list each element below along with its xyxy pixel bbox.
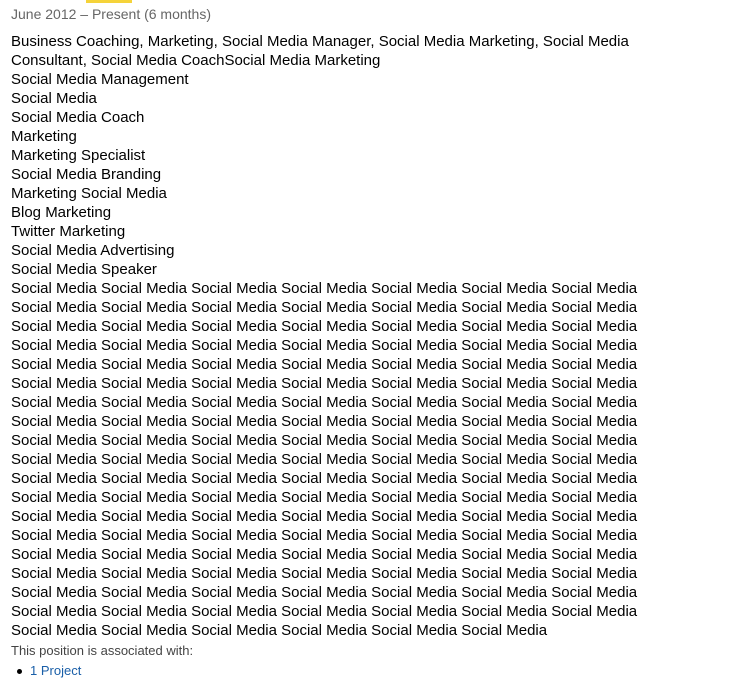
description-line: Social Media Social Media Social Media S…: [11, 584, 638, 601]
description-line: Social Media Social Media Social Media S…: [11, 527, 638, 544]
bullet-icon: [17, 669, 22, 674]
description-line: Social Media Management: [11, 71, 189, 88]
list-item: 1 Project: [11, 662, 731, 680]
description-line: Social Media Social Media Social Media S…: [11, 451, 638, 468]
description-line: Social Media Social Media Social Media S…: [11, 603, 638, 620]
description-line: Social Media Advertising: [11, 242, 175, 259]
description-line: Social Media Speaker: [11, 261, 157, 278]
associated-items-list: 1 Project: [11, 662, 731, 680]
description-line: Consultant, Social Media CoachSocial Med…: [11, 52, 381, 69]
position-date-range: June 2012 – Present (6 months): [11, 6, 212, 22]
description-line: Social Media Social Media Social Media S…: [11, 375, 638, 392]
description-line: Social Media Social Media Social Media S…: [11, 337, 638, 354]
top-accent-bar: [86, 0, 132, 3]
description-line: Social Media Social Media Social Media S…: [11, 280, 638, 297]
description-line: Social Media Branding: [11, 166, 162, 183]
position-section: June 2012 – Present (6 months) Business …: [11, 4, 731, 680]
description-line: Marketing Social Media: [11, 185, 167, 202]
description-line: Social Media Social Media Social Media S…: [11, 318, 638, 335]
description-line: Social Media Coach: [11, 109, 145, 126]
description-line: Social Media Social Media Social Media S…: [11, 546, 638, 563]
description-line: Social Media Social Media Social Media S…: [11, 508, 638, 525]
description-line: Marketing Specialist: [11, 147, 146, 164]
description-line: Social Media: [11, 90, 97, 107]
associated-with-label: This position is associated with:: [11, 643, 194, 658]
description-line: Social Media Social Media Social Media S…: [11, 622, 548, 639]
description-line: Marketing: [11, 128, 77, 145]
description-line: Twitter Marketing: [11, 223, 126, 240]
description-line: Social Media Social Media Social Media S…: [11, 356, 638, 373]
description-line: Social Media Social Media Social Media S…: [11, 299, 638, 316]
description-line: Social Media Social Media Social Media S…: [11, 565, 638, 582]
description-line: Social Media Social Media Social Media S…: [11, 470, 638, 487]
description-line: Social Media Social Media Social Media S…: [11, 394, 638, 411]
description-line: Business Coaching, Marketing, Social Med…: [11, 33, 629, 50]
description-line: Social Media Social Media Social Media S…: [11, 413, 638, 430]
project-link[interactable]: 1 Project: [30, 663, 81, 678]
description-line: Social Media Social Media Social Media S…: [11, 489, 638, 506]
description-line: Social Media Social Media Social Media S…: [11, 432, 638, 449]
description-line: Blog Marketing: [11, 204, 112, 221]
position-description: Business Coaching, Marketing, Social Med…: [11, 32, 731, 640]
